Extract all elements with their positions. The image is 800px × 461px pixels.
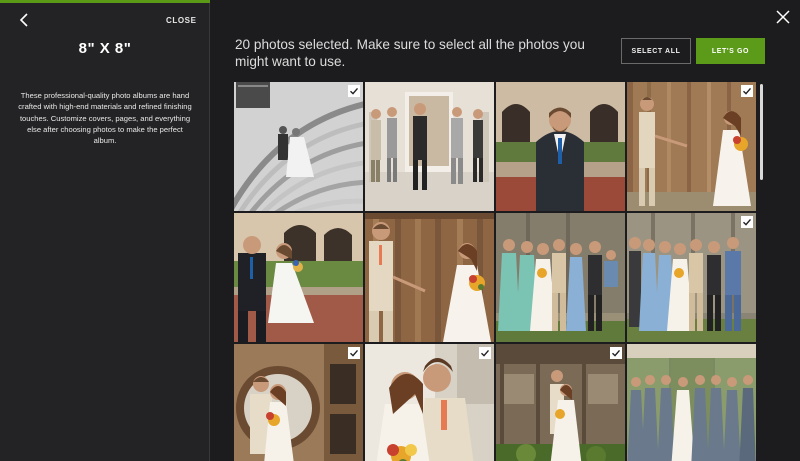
- selected-check-icon: [348, 347, 360, 359]
- photo-couple-embrace: [365, 344, 494, 461]
- photo-tile[interactable]: [234, 213, 363, 342]
- photo-bridesmaids-green-doors: [627, 344, 756, 461]
- photo-tile[interactable]: [627, 344, 756, 461]
- selection-status-message: 20 photos selected. Make sure to select …: [235, 37, 585, 69]
- select-all-button[interactable]: SELECT ALL: [621, 38, 691, 64]
- photo-grid: [234, 82, 758, 461]
- close-x-icon[interactable]: [776, 10, 790, 24]
- photo-grid-viewport: [234, 82, 758, 461]
- photo-couple-round-window: [234, 344, 363, 461]
- album-info-panel: CLOSE 8" X 8" These professional-quality…: [0, 0, 210, 461]
- selected-check-icon: [479, 347, 491, 359]
- selected-check-icon: [741, 216, 753, 228]
- lets-go-button[interactable]: LET'S GO: [696, 38, 765, 64]
- album-size-title: 8" X 8": [78, 40, 132, 57]
- selected-check-icon: [610, 347, 622, 359]
- album-description: These professional-quality photo albums …: [18, 91, 192, 146]
- photo-family-group: [496, 213, 625, 342]
- photo-tile[interactable]: [365, 213, 494, 342]
- progress-bar: [0, 0, 210, 3]
- photo-tile[interactable]: [365, 82, 494, 211]
- photo-tile[interactable]: [234, 344, 363, 461]
- photo-groomsmen-hall: [365, 82, 494, 211]
- photo-couple-barn-door: [627, 82, 756, 211]
- photo-couple-garden: [234, 213, 363, 342]
- photo-tile[interactable]: [627, 213, 756, 342]
- photo-tile[interactable]: [496, 82, 625, 211]
- photo-couple-staircase: [234, 82, 363, 211]
- photo-tile[interactable]: [365, 344, 494, 461]
- photo-tile[interactable]: [627, 82, 756, 211]
- photo-tile[interactable]: [496, 344, 625, 461]
- photo-groom-portrait: [496, 82, 625, 211]
- close-button[interactable]: CLOSE: [166, 16, 197, 25]
- selected-check-icon: [741, 85, 753, 97]
- photo-family-group-2: [627, 213, 756, 342]
- back-arrow-icon[interactable]: [16, 11, 34, 29]
- photo-tile[interactable]: [496, 213, 625, 342]
- scrollbar-thumb[interactable]: [760, 84, 763, 180]
- photo-couple-barn-closeup: [365, 213, 494, 342]
- photo-couple-wooden-shed: [496, 344, 625, 461]
- photo-selection-area: 20 photos selected. Make sure to select …: [211, 0, 800, 461]
- selected-check-icon: [348, 85, 360, 97]
- photo-tile[interactable]: [234, 82, 363, 211]
